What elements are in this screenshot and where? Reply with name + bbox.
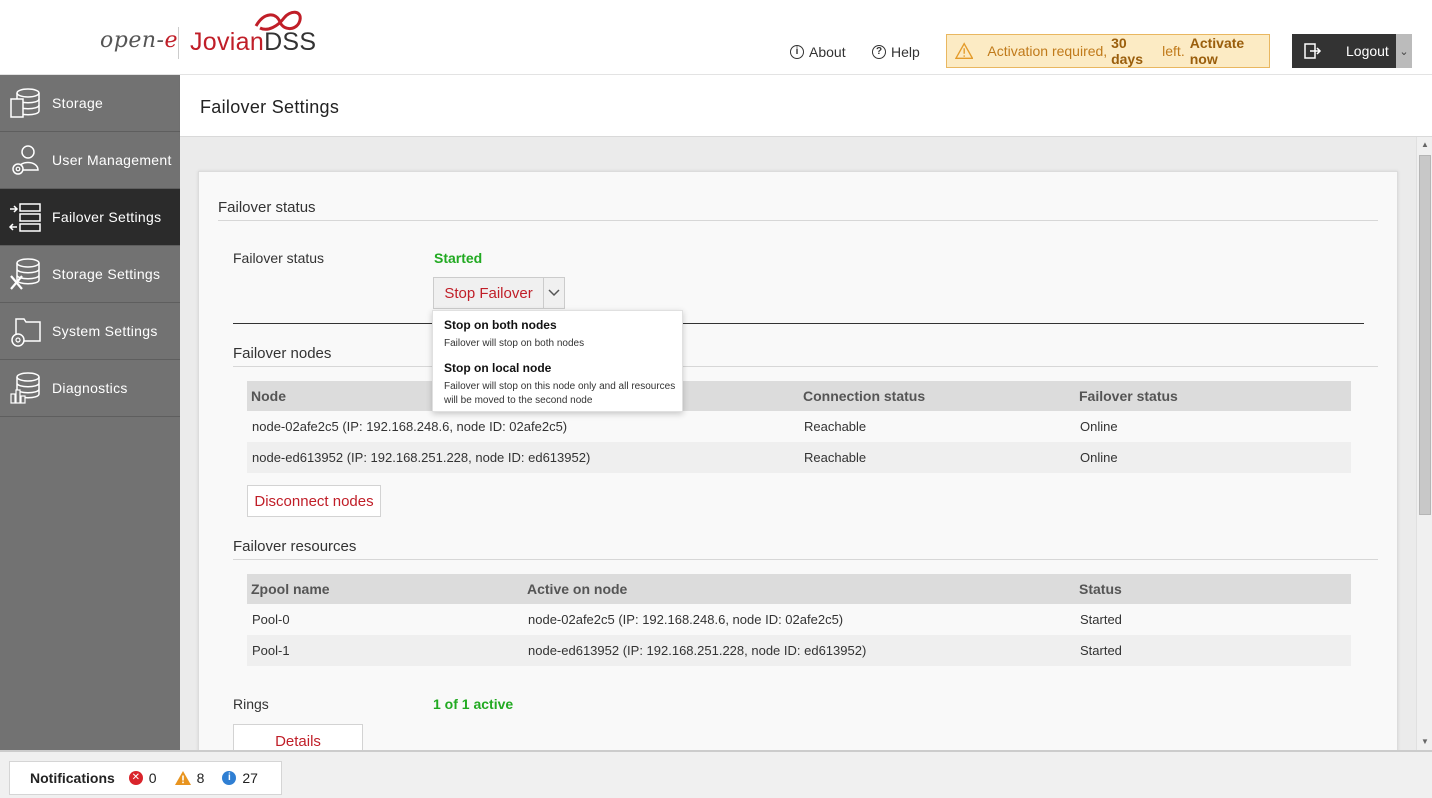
warning-icon <box>174 771 191 785</box>
section-divider <box>233 366 1378 367</box>
menu-item-stop-local-node[interactable]: Stop on local node Failover will stop on… <box>444 361 676 408</box>
system-settings-icon <box>11 318 41 347</box>
failover-status-value: Started <box>434 250 483 266</box>
zpool-name-cell: Pool-0 <box>247 604 523 635</box>
infinity-logo-icon <box>254 10 302 31</box>
zpool-name-cell: Pool-1 <box>247 635 523 666</box>
storage-settings-icon <box>10 258 40 290</box>
failover-status-section-title: Failover status <box>218 199 316 216</box>
error-count: ✕ 0 <box>128 770 157 786</box>
node-cell: node-02afe2c5 (IP: 192.168.248.6, node I… <box>247 411 799 442</box>
node-cell: node-ed613952 (IP: 192.168.251.228, node… <box>247 442 799 473</box>
stop-failover-dropdown-toggle[interactable] <box>544 278 564 308</box>
failover-nodes-table: Node Connection status Failover status n… <box>247 381 1351 473</box>
activation-banner: Activation required, 30 days left. Activ… <box>946 34 1270 68</box>
chevron-down-icon[interactable]: ⌄ <box>1396 34 1412 68</box>
table-row: Pool-0 node-02afe2c5 (IP: 192.168.248.6,… <box>247 604 1351 635</box>
details-button[interactable]: Details <box>233 724 363 750</box>
active-node-cell: node-02afe2c5 (IP: 192.168.248.6, node I… <box>523 604 1075 635</box>
failover-resources-table: Zpool name Active on node Status Pool-0 … <box>247 574 1351 666</box>
failover-status-label: Failover status <box>233 250 325 266</box>
section-divider <box>233 559 1378 560</box>
info-count: i 27 <box>222 770 258 786</box>
column-header: Active on node <box>523 574 1075 604</box>
column-header: Failover status <box>1075 381 1351 411</box>
notifications-panel[interactable]: Notifications ✕ 0 8 i 27 <box>9 761 282 795</box>
section-divider <box>218 220 1378 221</box>
failover-status-cell: Online <box>1075 442 1351 473</box>
rings-label: Rings <box>233 696 269 712</box>
sidebar-item-storage[interactable]: Storage <box>0 75 180 132</box>
page-title-bar: Failover Settings <box>180 75 1432 137</box>
page-title: Failover Settings <box>200 97 340 117</box>
storage-icon <box>10 88 40 118</box>
stop-failover-split-button: Stop Failover <box>433 277 565 309</box>
column-header: Status <box>1075 574 1351 604</box>
open-e-logo: open-e <box>100 28 178 53</box>
column-header: Zpool name <box>247 574 523 604</box>
help-circle-icon: ? <box>872 45 886 59</box>
table-header-row: Node Connection status Failover status <box>247 381 1351 411</box>
warning-icon <box>955 42 974 60</box>
connection-status-cell: Reachable <box>799 411 1075 442</box>
sidebar-item-failover-settings[interactable]: Failover Settings <box>0 189 180 246</box>
disconnect-nodes-button[interactable]: Disconnect nodes <box>247 485 381 517</box>
diagnostics-icon <box>10 372 40 404</box>
menu-item-stop-both-nodes[interactable]: Stop on both nodes Failover will stop on… <box>444 318 584 351</box>
sidebar-item-system-settings[interactable]: System Settings <box>0 303 180 360</box>
logo-divider <box>178 27 179 59</box>
scrollbar-thumb[interactable] <box>1419 155 1431 515</box>
table-row: node-02afe2c5 (IP: 192.168.248.6, node I… <box>247 411 1351 442</box>
scroll-up-icon[interactable]: ▲ <box>1417 137 1432 153</box>
about-link[interactable]: i About <box>790 44 846 60</box>
chevron-down-icon <box>548 289 560 297</box>
sidebar-item-user-management[interactable]: User Management <box>0 132 180 189</box>
activate-now-link[interactable]: Activate now <box>1190 35 1269 67</box>
failover-status-cell: Online <box>1075 411 1351 442</box>
sidebar: Storage User Management Failover Setting… <box>0 75 180 750</box>
resource-status-cell: Started <box>1075 635 1351 666</box>
help-link[interactable]: ? Help <box>872 44 920 60</box>
resource-status-cell: Started <box>1075 604 1351 635</box>
failover-resources-section-title: Failover resources <box>233 538 357 555</box>
main-content: Failover status Failover status Started … <box>180 137 1416 750</box>
sidebar-item-storage-settings[interactable]: Storage Settings <box>0 246 180 303</box>
user-management-icon <box>12 145 39 175</box>
failover-nodes-section-title: Failover nodes <box>233 345 332 362</box>
vertical-scrollbar[interactable]: ▲ ▼ <box>1416 137 1432 750</box>
failover-icon <box>8 203 41 232</box>
info-circle-icon: i <box>790 45 804 59</box>
table-row: node-ed613952 (IP: 192.168.251.228, node… <box>247 442 1351 473</box>
table-header-row: Zpool name Active on node Status <box>247 574 1351 604</box>
logout-icon <box>1304 43 1322 59</box>
stop-failover-menu: Stop on both nodes Failover will stop on… <box>432 310 683 412</box>
rings-value: 1 of 1 active <box>433 696 514 712</box>
warning-count: 8 <box>174 770 204 786</box>
table-row: Pool-1 node-ed613952 (IP: 192.168.251.22… <box>247 635 1351 666</box>
app-header: open-e JovianDSS i About ? Help Activati… <box>0 0 1432 75</box>
status-divider <box>233 323 1364 324</box>
footer-bar: Notifications ✕ 0 8 i 27 <box>0 750 1432 798</box>
scroll-down-icon[interactable]: ▼ <box>1417 734 1432 750</box>
column-header: Connection status <box>799 381 1075 411</box>
stop-failover-button[interactable]: Stop Failover <box>434 278 544 308</box>
info-icon: i <box>222 771 237 785</box>
sidebar-item-diagnostics[interactable]: Diagnostics <box>0 360 180 417</box>
error-icon: ✕ <box>128 771 143 785</box>
connection-status-cell: Reachable <box>799 442 1075 473</box>
logout-button[interactable]: Logout ⌄ <box>1292 34 1412 68</box>
active-node-cell: node-ed613952 (IP: 192.168.251.228, node… <box>523 635 1075 666</box>
failover-card: Failover status Failover status Started … <box>198 171 1398 750</box>
